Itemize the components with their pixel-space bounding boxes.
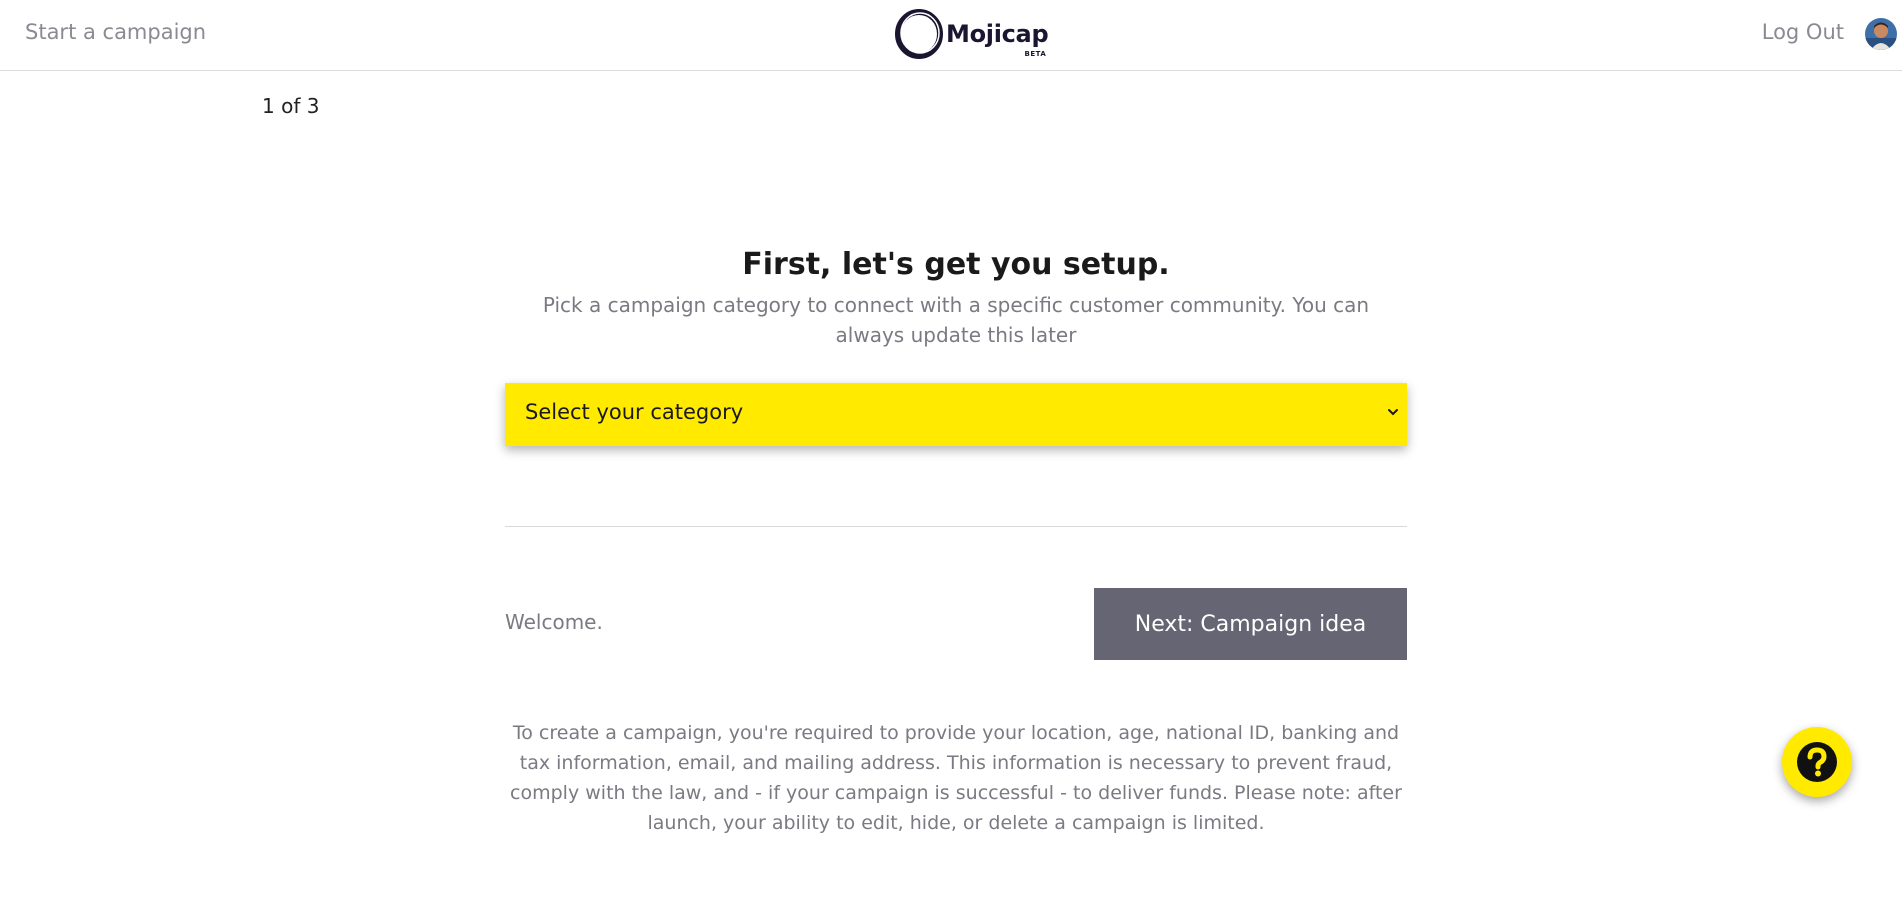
- page-title: First, let's get you setup.: [742, 247, 1170, 282]
- logo-wordmark: Mojicap BETA: [946, 20, 1049, 58]
- question-icon: [1797, 742, 1837, 782]
- campaign-requirements-disclaimer: To create a campaign, you're required to…: [510, 722, 1402, 834]
- setup-panel: First, let's get you setup. Pick a campa…: [505, 240, 1407, 834]
- avatar[interactable]: [1865, 18, 1897, 50]
- section-divider: [505, 526, 1407, 527]
- start-campaign-link[interactable]: Start a campaign: [25, 20, 206, 44]
- logo-ring-icon: [895, 9, 943, 59]
- user-photo-icon: [1865, 18, 1897, 50]
- beta-badge: BETA: [1024, 50, 1047, 58]
- next-campaign-idea-button[interactable]: Next: Campaign idea: [1094, 588, 1407, 660]
- welcome-text: Welcome.: [505, 610, 603, 634]
- category-select[interactable]: Select your category: [505, 383, 1407, 446]
- help-button[interactable]: [1782, 727, 1852, 797]
- logo-text: Mojicap: [946, 20, 1049, 48]
- step-indicator: 1 of 3: [262, 94, 320, 118]
- mojicap-logo[interactable]: Mojicap BETA: [894, 8, 1049, 60]
- chevron-down-icon: [1388, 409, 1398, 416]
- page-subtitle: Pick a campaign category to connect with…: [542, 293, 1370, 347]
- top-header: Start a campaign Mojicap BETA Log Out: [0, 0, 1902, 71]
- logout-link[interactable]: Log Out: [1762, 20, 1844, 44]
- category-select-value: Select your category: [525, 400, 744, 424]
